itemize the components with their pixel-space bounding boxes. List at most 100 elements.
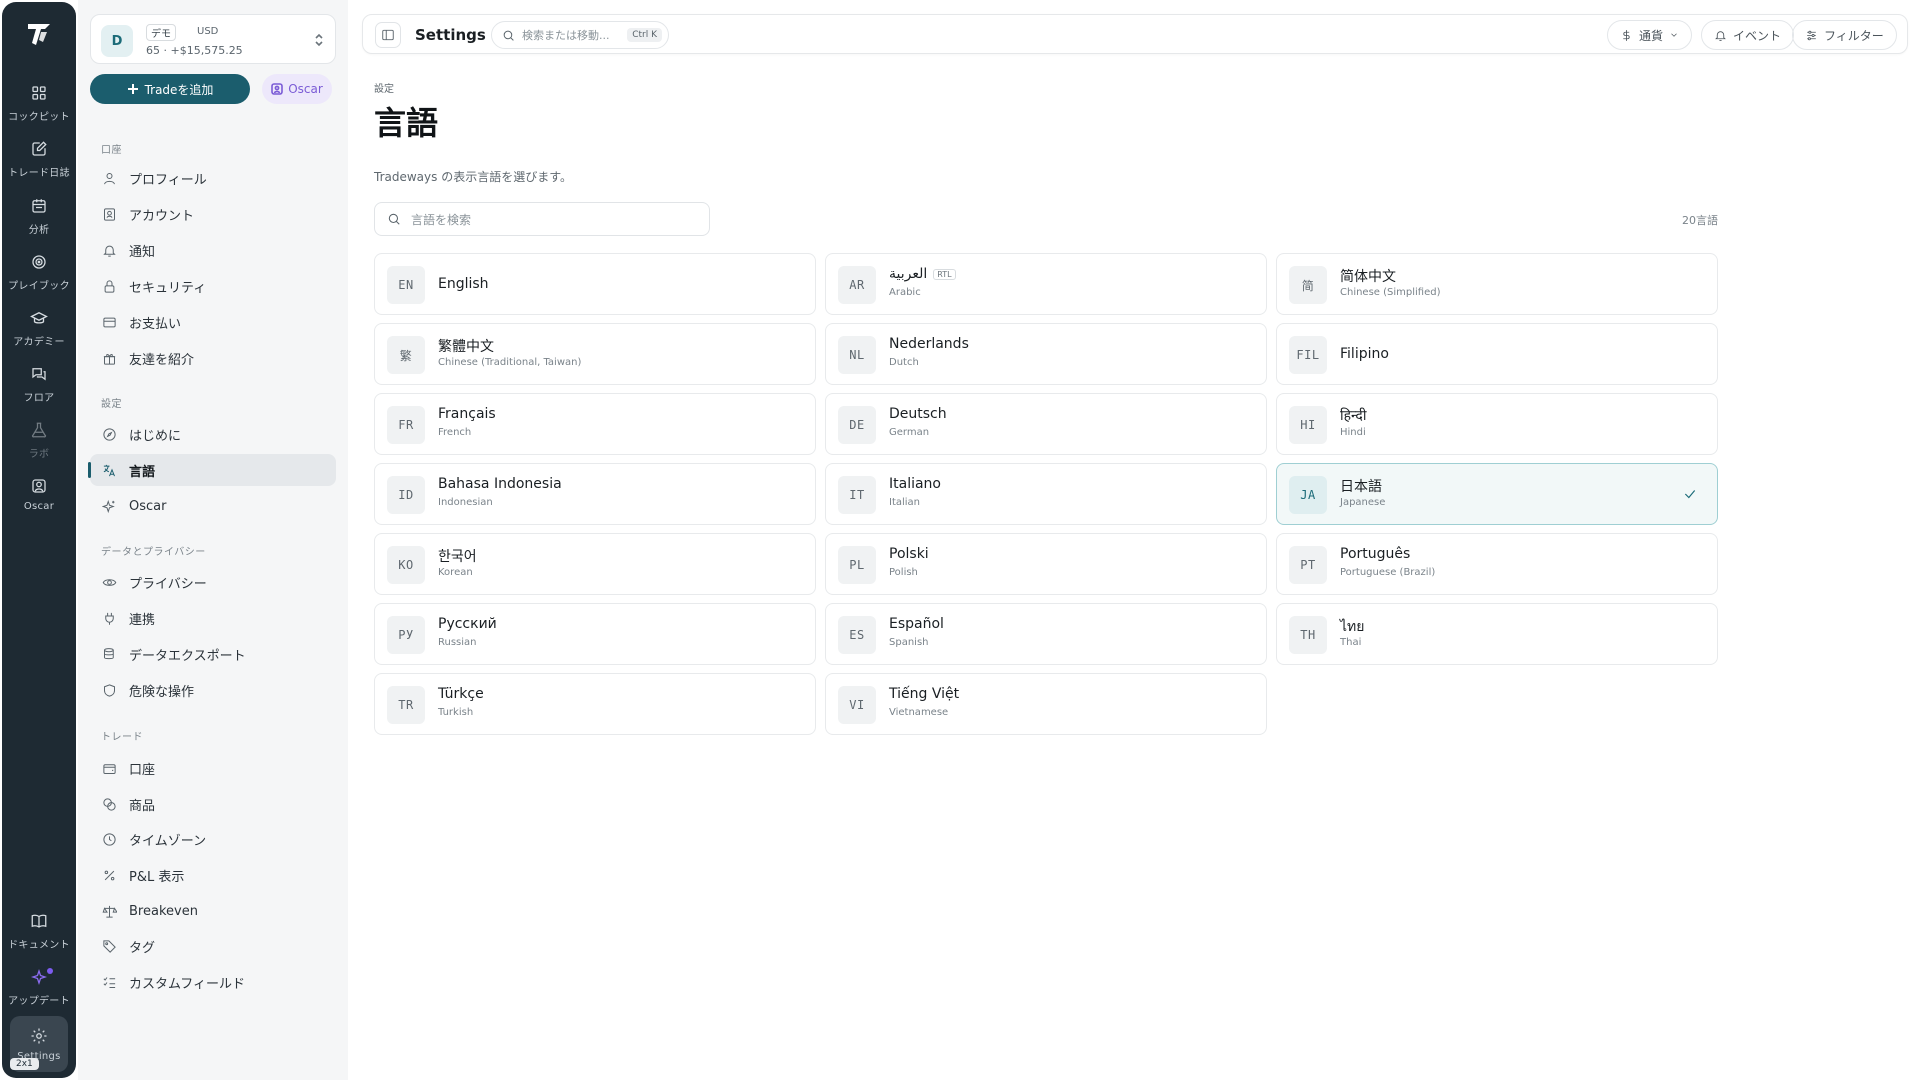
- language-native-name-text: English: [438, 276, 489, 292]
- language-option-english[interactable]: EN English: [374, 253, 816, 315]
- account-switcher[interactable]: D デモ USD 65 · +$15,575.25: [90, 14, 336, 64]
- language-search-placeholder: 言語を検索: [411, 212, 472, 227]
- sidebar-item-label: 言語: [129, 464, 156, 480]
- sidebar-item-language[interactable]: 言語: [88, 454, 336, 486]
- top-bar: Settings 検索または移動... Ctrl K 通貨 イベント フィルター: [362, 14, 1908, 54]
- language-option-french[interactable]: FR Français French: [374, 393, 816, 455]
- sidebar-item-referral[interactable]: 友達を紹介: [90, 342, 336, 374]
- language-option-italian[interactable]: IT Italiano Italian: [825, 463, 1267, 525]
- rail-item-playbook[interactable]: プレイブック: [2, 253, 76, 292]
- sidebar-item-security[interactable]: セキュリティ: [90, 270, 336, 302]
- language-code-badge: AR: [838, 266, 876, 304]
- rail-item-journal[interactable]: トレード日誌: [2, 140, 76, 179]
- section-title: 言語: [374, 104, 439, 142]
- sidebar-item-breakeven[interactable]: Breakeven: [90, 895, 336, 927]
- rail-item-docs[interactable]: ドキュメント: [2, 912, 76, 951]
- language-option-german[interactable]: DE Deutsch German: [825, 393, 1267, 455]
- language-option-spanish[interactable]: ES Español Spanish: [825, 603, 1267, 665]
- sparkle-icon: [30, 968, 48, 986]
- sidebar-item-oscar[interactable]: Oscar: [90, 490, 336, 522]
- language-native-name: 한국어: [438, 546, 477, 566]
- language-english-name: Chinese (Simplified): [1340, 287, 1441, 298]
- language-native-name-text: Português: [1340, 546, 1411, 562]
- rail-item-analytics[interactable]: 分析: [2, 197, 76, 236]
- section-heading-data-privacy: データとプライバシー: [101, 547, 206, 558]
- rail-item-floor[interactable]: フロア: [2, 365, 76, 404]
- oscar-label: Oscar: [288, 82, 323, 96]
- sidebar-item-accounts[interactable]: 口座: [90, 752, 336, 784]
- sidebar-item-pnl-display[interactable]: P&L 表示: [90, 859, 336, 891]
- graduation-cap-icon: [30, 312, 48, 324]
- language-option-vietnamese[interactable]: VI Tiếng Việt Vietnamese: [825, 673, 1267, 735]
- app-logo-icon[interactable]: [23, 18, 55, 50]
- section-description: Tradeways の表示言語を選びます。: [374, 170, 572, 184]
- language-code-badge: JA: [1289, 476, 1327, 514]
- language-option-polish[interactable]: PL Polski Polish: [825, 533, 1267, 595]
- language-option-turkish[interactable]: TR Türkçe Turkish: [374, 673, 816, 735]
- sidebar-item-danger-zone[interactable]: 危険な操作: [90, 674, 336, 706]
- sidebar-item-getting-started[interactable]: はじめに: [90, 418, 336, 450]
- sidebar-item-profile[interactable]: プロフィール: [90, 162, 336, 194]
- rail-item-academy[interactable]: アカデミー: [2, 309, 76, 348]
- sidebar-item-privacy[interactable]: プライバシー: [90, 566, 336, 598]
- sidebar-item-tags[interactable]: タグ: [90, 930, 336, 962]
- language-native-name-text: Nederlands: [889, 336, 969, 352]
- sidebar-toggle-button[interactable]: [375, 22, 401, 48]
- plug-icon: [105, 612, 114, 625]
- language-english-name: Vietnamese: [889, 707, 949, 718]
- rail-item-updates[interactable]: アップデート: [2, 968, 76, 1007]
- language-option-portuguese-brazil[interactable]: PT Português Portuguese (Brazil): [1276, 533, 1718, 595]
- language-option-dutch[interactable]: NL Nederlands Dutch: [825, 323, 1267, 385]
- rail-label: フロア: [23, 393, 55, 404]
- credit-card-icon: [103, 317, 116, 327]
- sidebar-item-label: タグ: [129, 940, 156, 956]
- sidebar-item-label: はじめに: [129, 428, 182, 444]
- sidebar-item-account[interactable]: アカウント: [90, 198, 336, 230]
- sidebar-item-timezone[interactable]: タイムゾーン: [90, 823, 336, 855]
- language-native-name: Deutsch: [889, 406, 947, 422]
- language-option-indonesian[interactable]: ID Bahasa Indonesia Indonesian: [374, 463, 816, 525]
- events-button[interactable]: イベント: [1701, 20, 1795, 50]
- language-option-hindi[interactable]: HI हिन्दी Hindi: [1276, 393, 1718, 455]
- language-option-japanese[interactable]: JA 日本語 Japanese: [1276, 463, 1718, 525]
- language-option-thai[interactable]: TH ไทย Thai: [1276, 603, 1718, 665]
- language-english-name: Hindi: [1340, 427, 1366, 438]
- command-search-input[interactable]: 検索または移動... Ctrl K: [491, 21, 669, 49]
- language-option-russian[interactable]: РУ Русский Russian: [374, 603, 816, 665]
- language-native-name: Türkçe: [438, 686, 484, 702]
- rail-item-oscar[interactable]: Oscar: [2, 477, 76, 512]
- language-code-badge: HI: [1289, 406, 1327, 444]
- language-native-name: 简体中文: [1340, 266, 1396, 286]
- oscar-button[interactable]: Oscar: [262, 74, 332, 104]
- events-label: イベント: [1733, 28, 1782, 43]
- language-english-name: Polish: [889, 567, 918, 578]
- language-native-name-text: Türkçe: [438, 686, 484, 702]
- add-trade-button[interactable]: Tradeを追加: [90, 74, 250, 104]
- search-placeholder: 検索または移動...: [522, 29, 610, 42]
- language-option-filipino[interactable]: FIL Filipino: [1276, 323, 1718, 385]
- language-native-name-text: Italiano: [889, 476, 941, 492]
- currency-dropdown[interactable]: 通貨: [1607, 20, 1693, 50]
- language-native-name: Tiếng Việt: [889, 686, 959, 702]
- sidebar-item-integrations[interactable]: 連携: [90, 602, 336, 634]
- flask-icon: [31, 422, 47, 438]
- sidebar-item-instruments[interactable]: 商品: [90, 788, 336, 820]
- rail-label: プレイブック: [8, 281, 70, 292]
- language-native-name-text: Bahasa Indonesia: [438, 476, 562, 492]
- rail-item-lab[interactable]: ラボ: [2, 421, 76, 460]
- sidebar-item-custom-fields[interactable]: カスタムフィールド: [90, 966, 336, 998]
- language-option-korean[interactable]: KO 한국어 Korean: [374, 533, 816, 595]
- rail-item-cockpit[interactable]: コックピット: [2, 84, 76, 123]
- language-option-chinese-traditional-taiwan[interactable]: 繁繁體中文 Chinese (Traditional, Taiwan): [374, 323, 816, 385]
- sidebar-item-payments[interactable]: お支払い: [90, 306, 336, 338]
- sidebar-item-data-export[interactable]: データエクスポート: [90, 638, 336, 670]
- sidebar-item-notifications[interactable]: 通知: [90, 234, 336, 266]
- language-option-arabic[interactable]: AR العربية RTL Arabic: [825, 253, 1267, 315]
- translate-icon: [103, 464, 115, 476]
- sidebar-item-label: プライバシー: [129, 576, 207, 592]
- language-option-chinese-simplified[interactable]: 简简体中文 Chinese (Simplified): [1276, 253, 1718, 315]
- language-search-input[interactable]: 言語を検索: [374, 202, 710, 236]
- language-code-badge: РУ: [387, 616, 425, 654]
- language-native-name: 繁體中文: [438, 336, 494, 356]
- filter-button[interactable]: フィルター: [1792, 20, 1897, 50]
